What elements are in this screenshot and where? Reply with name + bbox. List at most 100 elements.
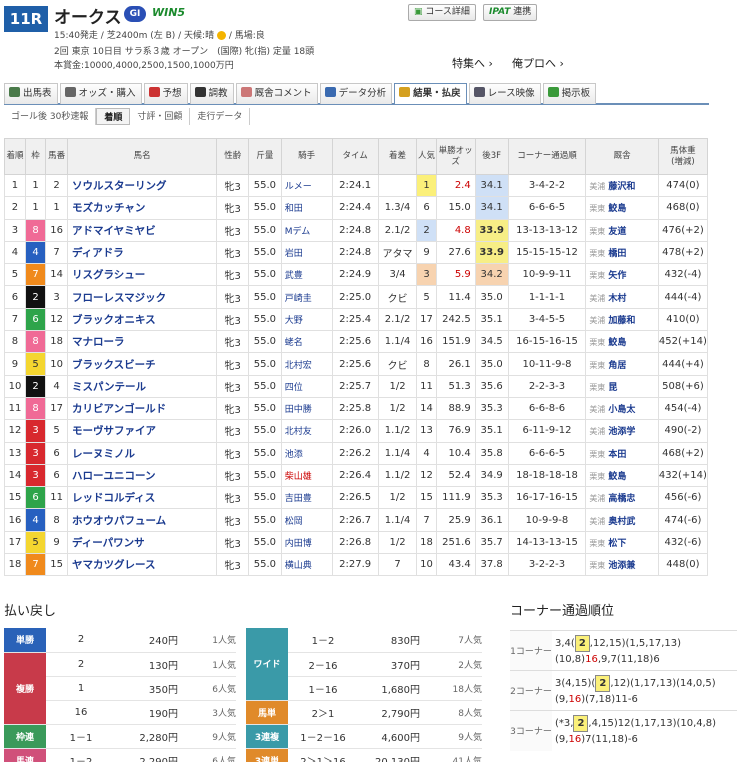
trainer-link[interactable]: 美浦 奥村武 bbox=[585, 508, 659, 532]
corner-cell: 14-13-13-15 bbox=[507, 530, 587, 555]
sex-cell: 牝3 bbox=[216, 486, 250, 510]
payout-amount: 2,290円 bbox=[116, 748, 178, 762]
header-waku: 枠 bbox=[24, 138, 47, 175]
trainer-link[interactable]: 栗東 友道 bbox=[585, 218, 659, 242]
jockey-link[interactable]: 戸崎圭 bbox=[280, 285, 333, 309]
time-cell: 2:25.7 bbox=[331, 374, 379, 398]
horse-name-link[interactable]: レッドコルディス bbox=[66, 486, 218, 510]
header-odds: 単勝オッズ bbox=[435, 138, 476, 175]
trainer-link[interactable]: 栗東 角居 bbox=[585, 352, 659, 376]
horse-name-link[interactable]: アドマイヤミヤビ bbox=[66, 218, 218, 242]
subtab-0[interactable]: ゴール後 30秒速報 bbox=[4, 108, 97, 125]
jockey-link[interactable]: 内田博 bbox=[280, 530, 333, 555]
trainer-link[interactable]: 美浦 木村 bbox=[585, 285, 659, 309]
trainer-link[interactable]: 栗東 橋田 bbox=[585, 240, 659, 265]
trainer-link[interactable]: 栗東昆 bbox=[585, 374, 659, 398]
payout-popularity: 1人気 bbox=[178, 628, 236, 653]
tab-7[interactable]: レース映像 bbox=[468, 83, 541, 104]
subtab-2[interactable]: 寸評・回顧 bbox=[130, 108, 191, 125]
horse-name-link[interactable]: カリビアンゴールド bbox=[66, 396, 218, 421]
horse-name-link[interactable]: ディアドラ bbox=[66, 240, 218, 265]
sex-cell: 牝3 bbox=[216, 307, 250, 332]
pop-cell: 15 bbox=[416, 486, 437, 510]
tab-1[interactable]: オッズ・購入 bbox=[59, 83, 142, 104]
corner-cell: 6-11-9-12 bbox=[507, 419, 587, 443]
horse-name-link[interactable]: ソウルスターリング bbox=[66, 173, 218, 198]
payout-amount: 20,130円 bbox=[358, 748, 420, 762]
payout-amount: 830円 bbox=[358, 628, 420, 653]
jockey-link[interactable]: 池添 bbox=[280, 441, 333, 465]
payout-numbers: 1－16 bbox=[288, 676, 358, 701]
horse-name-link[interactable]: リスグラシュー bbox=[66, 263, 218, 287]
jockey-link[interactable]: 大野 bbox=[280, 307, 333, 332]
margin-cell: 7 bbox=[377, 553, 418, 577]
horse-name-link[interactable]: レーヌミノル bbox=[66, 441, 218, 465]
jockey-link[interactable]: 柴山雄 bbox=[280, 463, 333, 488]
ipat-link-button[interactable]: IPAT 連携 bbox=[483, 4, 538, 21]
horse-name-link[interactable]: ブラックオニキス bbox=[66, 307, 218, 332]
trainer-link[interactable]: 美浦 藤沢和 bbox=[585, 173, 659, 198]
waku-cell: 1 bbox=[24, 173, 47, 198]
trainer-link[interactable]: 栗東 池添兼 bbox=[585, 553, 659, 577]
pop-cell: 14 bbox=[416, 396, 437, 421]
jockey-link[interactable]: 横山典 bbox=[280, 553, 333, 577]
umaban-cell: 6 bbox=[45, 441, 68, 465]
pop-cell: 3 bbox=[416, 263, 437, 287]
jockey-link[interactable]: 北村友 bbox=[280, 419, 333, 443]
table-row: 17 5 9 ディーパワンサ 牝3 55.0 内田博 2:26.8 1/2 18 251.6 35.7… bbox=[4, 530, 709, 555]
trainer-link[interactable]: 栗東 鮫島 bbox=[585, 330, 659, 354]
jockey-link[interactable]: 四位 bbox=[280, 374, 333, 398]
horse-name-link[interactable]: ホウオウパフューム bbox=[66, 508, 218, 532]
tab-2[interactable]: 予想 bbox=[143, 83, 188, 104]
jockey-link[interactable]: 松岡 bbox=[280, 508, 333, 532]
margin-cell: 3/4 bbox=[377, 263, 418, 287]
horse-name-link[interactable]: フローレスマジック bbox=[66, 285, 218, 309]
horse-name-link[interactable]: ブラックスビーチ bbox=[66, 352, 218, 376]
jockey-link[interactable]: 和田 bbox=[280, 196, 333, 220]
jockey-link[interactable]: ルメー bbox=[280, 173, 333, 198]
horse-name-link[interactable]: ディーパワンサ bbox=[66, 530, 218, 555]
payout-numbers: 16 bbox=[46, 700, 116, 725]
horse-name-link[interactable]: ハローユニコーン bbox=[66, 463, 218, 488]
pop-cell: 6 bbox=[416, 196, 437, 220]
tokushu-link[interactable]: 特集へ › bbox=[452, 55, 493, 71]
trainer-link[interactable]: 美浦 高橋忠 bbox=[585, 486, 659, 510]
horse-name-link[interactable]: ヤマカツグレース bbox=[66, 553, 218, 577]
subtab-1[interactable]: 着順 bbox=[96, 108, 131, 125]
table-row: 18 7 15 ヤマカツグレース 牝3 55.0 横山典 2:27.9 7 10 43.4 37.8 3… bbox=[4, 553, 709, 577]
jockey-link[interactable]: 吉田豊 bbox=[280, 486, 333, 510]
horse-name-link[interactable]: モズカッチャン bbox=[66, 196, 218, 220]
jockey-link[interactable]: Mデム bbox=[280, 218, 333, 242]
trainer-link[interactable]: 栗東 松下 bbox=[585, 530, 659, 555]
trainer-link[interactable]: 栗東 矢作 bbox=[585, 263, 659, 287]
tab-5[interactable]: データ分析 bbox=[319, 83, 393, 104]
horse-name-link[interactable]: マナローラ bbox=[66, 330, 218, 354]
jockey-link[interactable]: 武豊 bbox=[280, 263, 333, 287]
jockey-link[interactable]: 田中勝 bbox=[280, 396, 333, 421]
course-detail-button[interactable]: ▣ コース詳細 bbox=[408, 4, 476, 21]
tab-4[interactable]: 厩舎コメント bbox=[235, 83, 318, 104]
weight-cell: 508(+6) bbox=[657, 374, 709, 398]
tab-0[interactable]: 出馬表 bbox=[4, 83, 58, 104]
trainer-link[interactable]: 栗東 鮫島 bbox=[585, 196, 659, 220]
jockey-link[interactable]: 蛯名 bbox=[280, 330, 333, 354]
horse-name-link[interactable]: ミスパンテール bbox=[66, 374, 218, 398]
odds-cell: 88.9 bbox=[435, 396, 476, 421]
trainer-link[interactable]: 美浦 池添学 bbox=[585, 419, 659, 443]
trainer-link[interactable]: 栗東 鮫島 bbox=[585, 463, 659, 488]
orepro-link[interactable]: 俺プロへ › bbox=[512, 55, 564, 71]
horse-name-link[interactable]: モーヴサファイア bbox=[66, 419, 218, 443]
trainer-link[interactable]: 栗東 本田 bbox=[585, 441, 659, 465]
tab-3[interactable]: 調教 bbox=[189, 83, 234, 104]
corner-cell: 13-13-13-12 bbox=[507, 218, 587, 242]
trainer-link[interactable]: 美浦 加藤和 bbox=[585, 307, 659, 332]
tab-6[interactable]: 結果・払戻 bbox=[394, 83, 467, 104]
jockey-link[interactable]: 北村宏 bbox=[280, 352, 333, 376]
trainer-link[interactable]: 美浦 小島太 bbox=[585, 396, 659, 421]
odds-cell: 10.4 bbox=[435, 441, 476, 465]
tab-8[interactable]: 掲示板 bbox=[542, 83, 597, 104]
jockey-link[interactable]: 岩田 bbox=[280, 240, 333, 265]
corner-row: 1コーナー 3,4(2,12,15)(1,5,17,13)(10,8)16,9,7… bbox=[510, 630, 737, 671]
table-row: 5 7 14 リスグラシュー 牝3 55.0 武豊 2:24.9 3/4 3 5.9 34.2 10-9… bbox=[4, 263, 709, 287]
subtab-3[interactable]: 走行データ bbox=[190, 108, 251, 125]
